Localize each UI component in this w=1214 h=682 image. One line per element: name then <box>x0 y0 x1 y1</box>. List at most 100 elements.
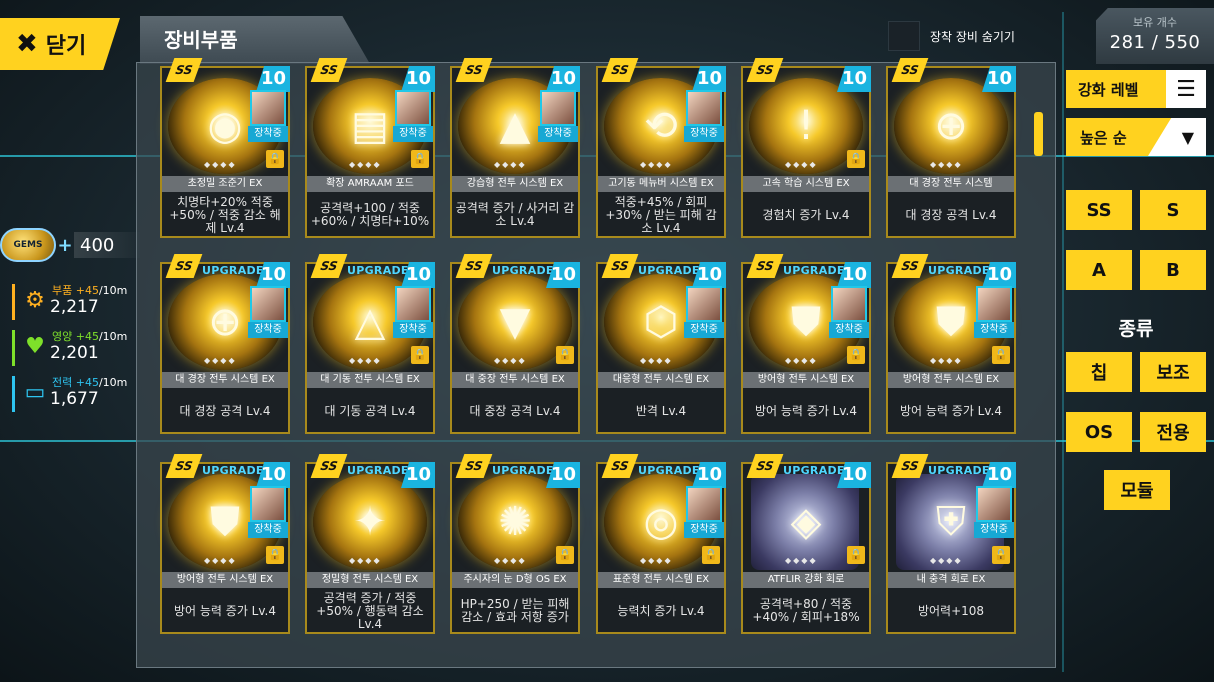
rank-dots: ◆◆◆◆ <box>640 556 673 565</box>
category-label: 종류 <box>1118 318 1154 340</box>
resource-name: 전력 <box>52 376 73 389</box>
equipment-card[interactable]: ▼ SS UPGRADE 10 🔒 ◆◆◆◆ 대 중장 전투 시스템 EX 대 중장 공격 L… <box>450 254 580 434</box>
hide-equipped-toggle[interactable]: 장착 장비 숨기기 <box>888 21 1074 51</box>
equipment-effect: 공격력+80 / 적중+40% / 회피+18% <box>752 597 860 624</box>
equipment-name: 초정밀 조준기 EX <box>162 176 288 192</box>
lock-icon: 🔒 <box>266 546 284 564</box>
equipment-name: 대 중장 전투 시스템 EX <box>452 372 578 388</box>
equipped-character-avatar <box>540 90 576 126</box>
owned-count: 보유 개수 281 / 550 <box>1096 8 1214 64</box>
equipped-badge: 장착중 <box>393 322 433 338</box>
upgrade-badge: UPGRADE <box>783 464 845 477</box>
equipped-character-avatar <box>686 90 722 126</box>
sort-order-dropdown[interactable]: 높은 순 ▼ <box>1066 118 1206 156</box>
equipment-card[interactable]: ⊕ SS 10 ◆◆◆◆ 대 경장 전투 시스템 대 경장 공격 Lv.4 <box>886 58 1016 238</box>
lock-icon: 🔒 <box>411 150 429 168</box>
equipment-card[interactable]: ⟲ SS 10 장착중 ◆◆◆◆ 고기동 메뉴버 시스템 EX 적중+45% / 회피+30… <box>596 58 726 238</box>
resource-amount: 2,217 <box>50 297 99 317</box>
grade-filter-s[interactable]: S <box>1140 190 1206 230</box>
equipment-card[interactable]: ✺ SS UPGRADE 10 🔒 ◆◆◆◆ 주시자의 눈 D형 OS EX HP+250 /… <box>450 454 580 634</box>
equipment-name: 대응형 전투 시스템 EX <box>598 372 724 388</box>
lock-icon: 🔒 <box>992 546 1010 564</box>
rank-dots: ◆◆◆◆ <box>930 556 963 565</box>
equipped-character-avatar <box>686 486 722 522</box>
equipment-effect: 방어력+108 <box>917 603 985 618</box>
resource-rate: 전력 +45/10m <box>52 374 127 390</box>
equipped-character-avatar <box>250 486 286 522</box>
gem-resource[interactable]: GEMS + 400 <box>0 228 140 262</box>
gem-value: 400 <box>74 232 140 258</box>
grade-filter-b[interactable]: B <box>1140 250 1206 290</box>
gem-icon: GEMS <box>0 228 56 262</box>
equipment-card[interactable]: △ SS UPGRADE 10 장착중 🔒 ◆◆◆◆ 대 기동 전투 시스템 EX 대 기동 공… <box>305 254 435 434</box>
equipment-name: 내 충격 회로 EX <box>888 572 1014 588</box>
grade-filter-a[interactable]: A <box>1066 250 1132 290</box>
equipment-card[interactable]: ⊕ SS UPGRADE 10 장착중 ◆◆◆◆ 대 경장 전투 시스템 EX 대 경장 공격… <box>160 254 290 434</box>
resource-nutrition: ♥ 영양 +45/10m 2,201 <box>12 326 138 370</box>
equipment-name: 대 경장 전투 시스템 EX <box>162 372 288 388</box>
equipped-badge: 장착중 <box>684 126 724 142</box>
grid-scrollbar[interactable] <box>1034 112 1043 156</box>
upgrade-badge: UPGRADE <box>347 264 409 277</box>
equipment-effect: 공격력+100 / 적중+60% / 치명타+10% <box>310 201 430 228</box>
category-filter-os[interactable]: OS <box>1066 412 1132 452</box>
equipment-card[interactable]: ! SS 10 🔒 ◆◆◆◆ 고속 학습 시스템 EX 경험치 증가 Lv.4 <box>741 58 871 238</box>
equipment-card[interactable]: ▤ SS 10 장착중 🔒 ◆◆◆◆ 확장 AMRAAM 포드 공격력+100 / 적중+60… <box>305 58 435 238</box>
equipped-character-avatar <box>250 286 286 322</box>
resource-amount: 1,677 <box>50 389 99 409</box>
equipped-badge: 장착중 <box>974 322 1014 338</box>
equipment-card[interactable]: ⛊ SS UPGRADE 10 장착중 🔒 ◆◆◆◆ 방어형 전투 시스템 EX 방어 능력 증… <box>886 254 1016 434</box>
rank-dots: ◆◆◆◆ <box>349 160 382 169</box>
resource-rate-unit: /10m <box>98 330 128 343</box>
lock-icon: 🔒 <box>702 546 720 564</box>
bg-line <box>1062 12 1064 672</box>
equipment-card[interactable]: ✦ SS UPGRADE 10 ◆◆◆◆ 정밀형 전투 시스템 EX 공격력 증가 / 적중… <box>305 454 435 634</box>
equipment-name: 방어형 전투 시스템 EX <box>743 372 869 388</box>
rank-dots: ◆◆◆◆ <box>494 556 527 565</box>
equipment-effect: 방어 능력 증가 Lv.4 <box>174 603 276 618</box>
rank-dots: ◆◆◆◆ <box>640 160 673 169</box>
equipment-name: ATFLIR 강화 회로 <box>743 572 869 588</box>
equipment-card[interactable]: ◉ SS 10 장착중 🔒 ◆◆◆◆ 초정밀 조준기 EX 치명타+20% 적중+50% / … <box>160 58 290 238</box>
close-button[interactable]: ✖ 닫기 <box>0 18 120 70</box>
power-icon: ▭ <box>24 380 46 405</box>
equipped-badge: 장착중 <box>829 322 869 338</box>
parts-icon: ⚙ <box>25 288 45 313</box>
plus-icon: + <box>57 234 73 256</box>
category-filter-support[interactable]: 보조 <box>1140 352 1206 392</box>
rank-dots: ◆◆◆◆ <box>494 356 527 365</box>
enhance-level-badge: 10 <box>546 66 580 92</box>
equipment-card[interactable]: ◎ SS UPGRADE 10 장착중 🔒 ◆◆◆◆ 표준형 전투 시스템 EX 능력치 증가 … <box>596 454 726 634</box>
equipment-name: 대 기동 전투 시스템 EX <box>307 372 433 388</box>
enhance-level-badge: 10 <box>692 66 726 92</box>
enhance-level-sort-button[interactable]: 강화 레벨 ☰ <box>1066 70 1206 108</box>
resource-rate: 부품 +45/10m <box>52 282 127 298</box>
lock-icon: 🔒 <box>556 546 574 564</box>
equipment-card[interactable]: ⛨ SS UPGRADE 10 장착중 🔒 ◆◆◆◆ 내 충격 회로 EX 방어력+108 <box>886 454 1016 634</box>
equipment-card[interactable]: ◈ SS UPGRADE 10 🔒 ◆◆◆◆ ATFLIR 강화 회로 공격력+80 / 적중… <box>741 454 871 634</box>
equipment-card[interactable]: ⬡ SS UPGRADE 10 장착중 ◆◆◆◆ 대응형 전투 시스템 EX 반격 Lv.4 <box>596 254 726 434</box>
lock-icon: 🔒 <box>847 546 865 564</box>
resource-rate-unit: /10m <box>98 376 128 389</box>
equipment-name: 방어형 전투 시스템 EX <box>888 372 1014 388</box>
category-filter-module[interactable]: 모듈 <box>1104 470 1170 510</box>
rank-dots: ◆◆◆◆ <box>349 556 382 565</box>
equipped-badge: 장착중 <box>974 522 1014 538</box>
category-filter-chip[interactable]: 칩 <box>1066 352 1132 392</box>
enhance-level-badge: 10 <box>837 66 871 92</box>
checkbox-icon <box>888 21 920 51</box>
rank-dots: ◆◆◆◆ <box>349 356 382 365</box>
owned-count-label: 보유 개수 <box>1133 16 1177 29</box>
upgrade-badge: UPGRADE <box>783 264 845 277</box>
equipped-character-avatar <box>976 286 1012 322</box>
resource-parts: ⚙ 부품 +45/10m 2,217 <box>12 280 138 324</box>
equipment-name: 고기동 메뉴버 시스템 EX <box>598 176 724 192</box>
equipment-card[interactable]: ▲ SS 10 장착중 ◆◆◆◆ 강습형 전투 시스템 EX 공격력 증가 / 사거리 감소… <box>450 58 580 238</box>
equipment-card[interactable]: ⛊ SS UPGRADE 10 장착중 🔒 ◆◆◆◆ 방어형 전투 시스템 EX 방어 능력 증… <box>160 454 290 634</box>
grade-filter-ss[interactable]: SS <box>1066 190 1132 230</box>
upgrade-badge: UPGRADE <box>638 264 700 277</box>
close-label: 닫기 <box>45 34 87 59</box>
rank-dots: ◆◆◆◆ <box>785 356 818 365</box>
category-filter-exclusive[interactable]: 전용 <box>1140 412 1206 452</box>
equipment-card[interactable]: ⛊ SS UPGRADE 10 장착중 🔒 ◆◆◆◆ 방어형 전투 시스템 EX 방어 능력 증… <box>741 254 871 434</box>
